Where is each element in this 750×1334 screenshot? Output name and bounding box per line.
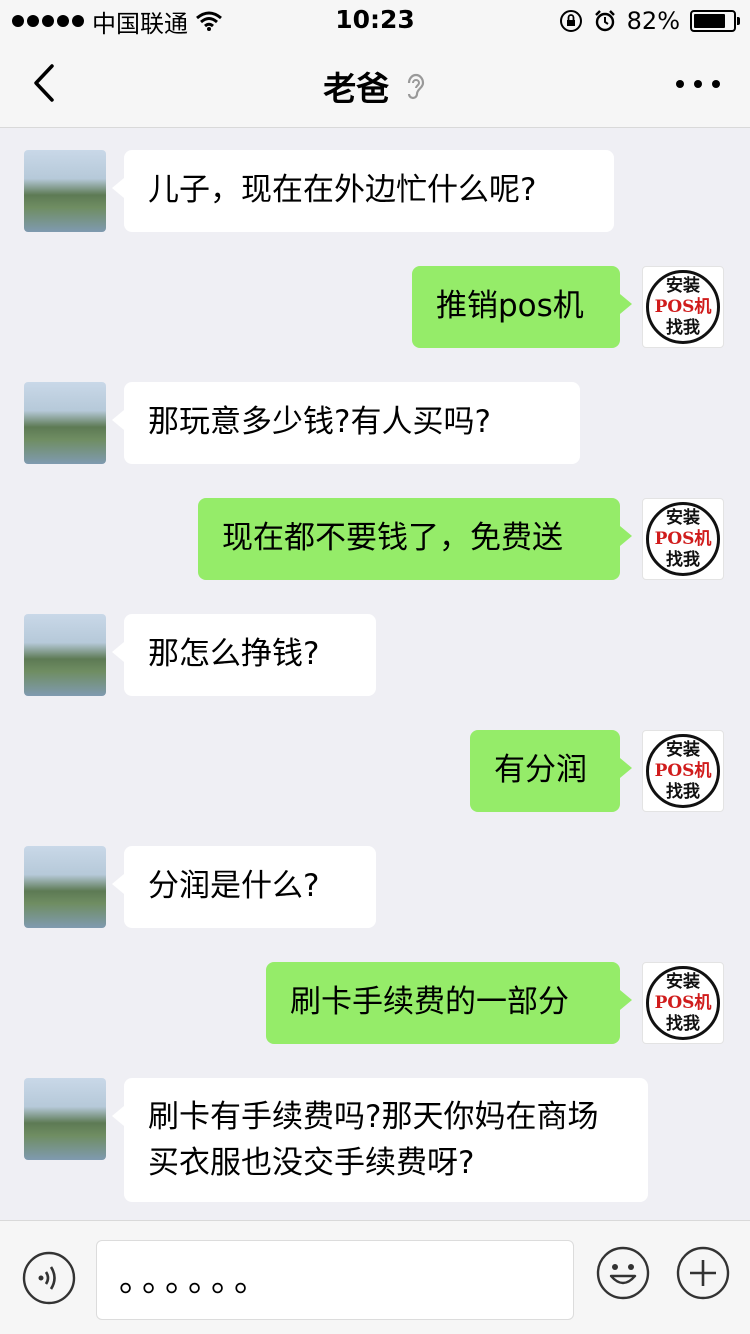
message-bubble[interactable]: 刷卡有手续费吗?那天你妈在商场买衣服也没交手续费呀? (112, 1078, 648, 1202)
avatar-text-line1: 安装 (666, 971, 700, 992)
avatar-text-line1: 安装 (666, 275, 700, 296)
dad-avatar[interactable] (24, 846, 106, 928)
dad-avatar[interactable] (24, 382, 106, 464)
voice-icon (22, 1251, 76, 1305)
status-right: 82% (559, 6, 740, 36)
pos-logo-icon: 安装 POS机 找我 (646, 966, 720, 1040)
message-incoming: 那怎么挣钱? (0, 614, 750, 696)
message-outgoing: 推销pos机 安装 POS机 找我 (0, 266, 750, 348)
avatar-text-line3: 找我 (666, 549, 700, 570)
avatar-text-line1: 安装 (666, 507, 700, 528)
battery-fill (694, 14, 726, 28)
message-bubble[interactable]: 现在都不要钱了，免费送 (198, 498, 632, 580)
avatar-text-line3: 找我 (666, 1013, 700, 1034)
orientation-lock-icon (559, 10, 582, 32)
battery-percent: 82% (626, 7, 680, 35)
message-incoming: 刷卡有手续费吗?那天你妈在商场买衣服也没交手续费呀? (0, 1078, 750, 1202)
message-incoming: 分润是什么? (0, 846, 750, 928)
message-bubble[interactable]: 分润是什么? (112, 846, 376, 928)
emoji-button[interactable] (596, 1246, 650, 1300)
avatar-text-line2: POS机 (654, 760, 712, 781)
more-functions-button[interactable] (676, 1246, 730, 1300)
avatar-text-line2: POS机 (654, 528, 712, 549)
plus-icon (676, 1246, 730, 1300)
self-avatar[interactable]: 安装 POS机 找我 (642, 730, 724, 812)
status-bar: 中国联通 10:23 82% (0, 0, 750, 40)
ear-icon (407, 73, 424, 100)
chat-history[interactable]: 儿子，现在在外边忙什么呢? 推销pos机 安装 POS机 找我 那玩意多少钱?有… (0, 128, 750, 1220)
dad-avatar[interactable] (24, 614, 106, 696)
self-avatar[interactable]: 安装 POS机 找我 (642, 962, 724, 1044)
avatar-text-line2: POS机 (654, 296, 712, 317)
chat-title: 老爸 (323, 69, 390, 108)
self-avatar[interactable]: 安装 POS机 找我 (642, 266, 724, 348)
pos-logo-icon: 安装 POS机 找我 (646, 270, 720, 344)
message-input[interactable] (96, 1240, 574, 1320)
message-bubble[interactable]: 刷卡手续费的一部分 (266, 962, 632, 1044)
input-bar (0, 1220, 750, 1334)
message-bubble[interactable]: 有分润 (470, 730, 632, 812)
message-outgoing: 有分润 安装 POS机 找我 (0, 730, 750, 812)
message-bubble[interactable]: 推销pos机 (412, 266, 632, 348)
message-bubble[interactable]: 儿子，现在在外边忙什么呢? (112, 150, 614, 232)
emoji-icon (596, 1246, 650, 1300)
dad-avatar[interactable] (24, 1078, 106, 1160)
alarm-icon (594, 10, 615, 32)
battery-icon (690, 10, 740, 32)
avatar-text-line1: 安装 (666, 739, 700, 760)
pos-logo-icon: 安装 POS机 找我 (646, 502, 720, 576)
nav-bar: 老爸 (0, 40, 750, 128)
message-bubble[interactable]: 那怎么挣钱? (112, 614, 376, 696)
message-incoming: 那玩意多少钱?有人买吗? (0, 382, 750, 464)
message-outgoing: 现在都不要钱了，免费送 安装 POS机 找我 (0, 498, 750, 580)
pos-logo-icon: 安装 POS机 找我 (646, 734, 720, 808)
voice-button[interactable] (22, 1251, 76, 1305)
message-outgoing: 刷卡手续费的一部分 安装 POS机 找我 (0, 962, 750, 1044)
avatar-text-line2: POS机 (654, 992, 712, 1013)
avatar-text-line3: 找我 (666, 781, 700, 802)
more-button[interactable] (676, 70, 720, 98)
message-bubble[interactable]: 那玩意多少钱?有人买吗? (112, 382, 580, 464)
page-title: 老爸 (0, 62, 750, 110)
more-icon (676, 80, 684, 88)
self-avatar[interactable]: 安装 POS机 找我 (642, 498, 724, 580)
dad-avatar[interactable] (24, 150, 106, 232)
message-incoming: 儿子，现在在外边忙什么呢? (0, 150, 750, 232)
avatar-text-line3: 找我 (666, 317, 700, 338)
